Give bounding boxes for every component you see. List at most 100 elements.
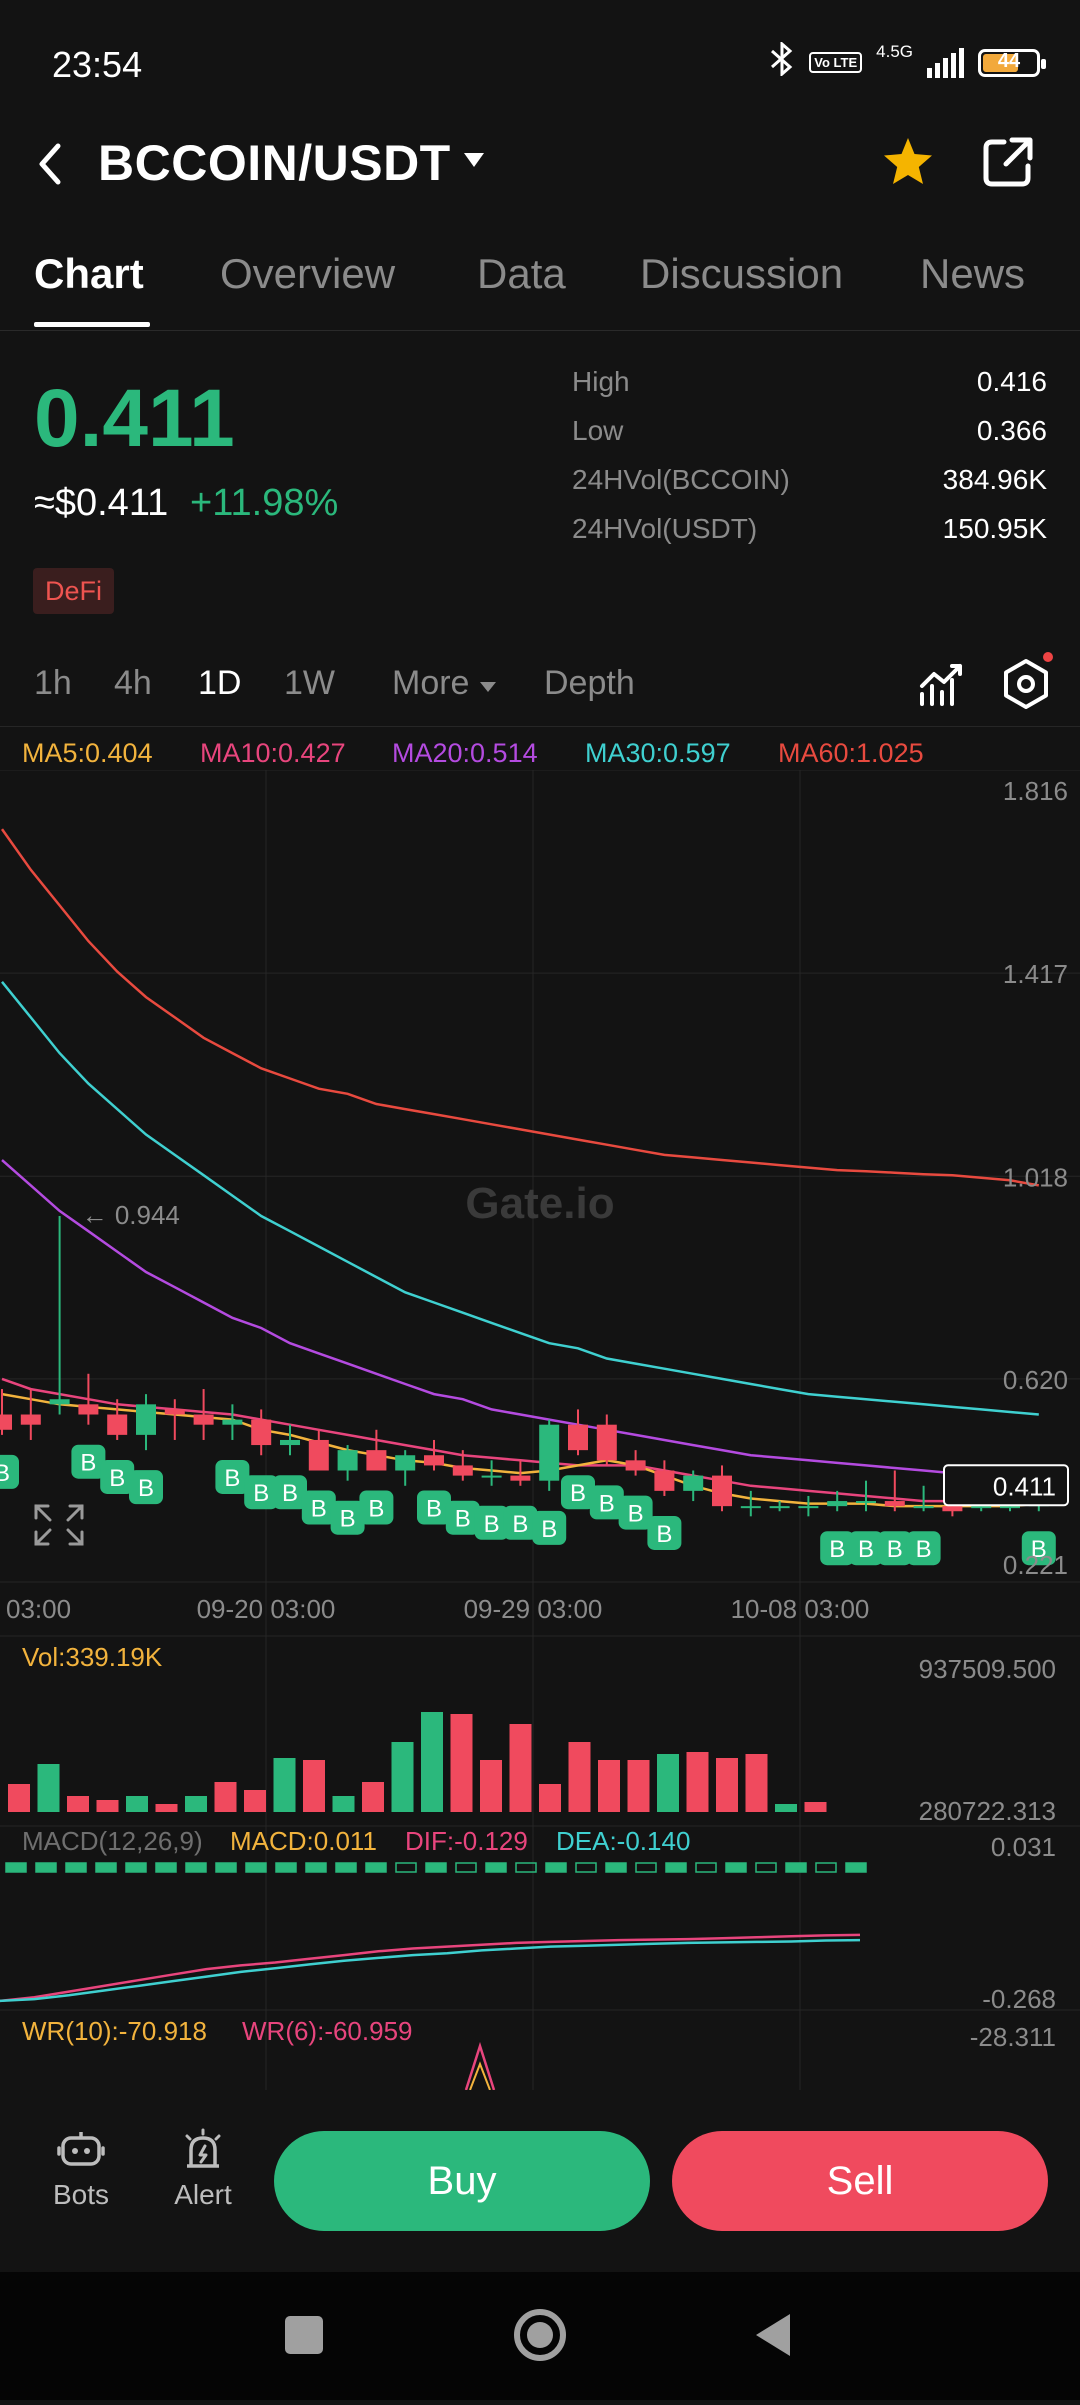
candle-body [1000,1506,1020,1509]
timeframe-more[interactable]: More [392,664,497,703]
volume-bar [716,1758,738,1812]
macd-histogram-bar [425,1862,447,1873]
wr10-label: WR(10):-70.918 [22,2016,207,2046]
buy-marker-label: B [340,1506,356,1533]
buy-marker-label: B [541,1516,557,1543]
buy-marker-label: B [570,1480,586,1507]
recents-button[interactable] [285,2316,323,2354]
macd-histogram-bar [785,1862,807,1873]
depth-tab[interactable]: Depth [544,664,635,703]
stat-label-vol-quote: 24HVol(USDT) [572,513,758,544]
bots-button[interactable]: Bots [46,2128,116,2211]
price-axis: 1.816 1.417 1.018 0.620 0.221 ← 0.944 0.411 [82,776,1069,1580]
kline-chart[interactable]: Gate.io B BB B BB BB B B B B B B BB B BBB B B B B 1.8161.… [0,770,1080,2110]
buy-button[interactable]: Buy [274,2131,650,2231]
buy-marker-label: B [455,1506,471,1533]
macd-histogram-bar [155,1862,177,1873]
volte-icon: Vo LTE [809,52,863,73]
volume-bar [303,1760,325,1812]
candle-body [740,1506,761,1509]
wr-panel: WR(10):-70.918 WR(6):-60.959 -28.311 [22,2016,1056,2091]
bot-icon [57,2132,105,2166]
indicator-icon[interactable] [918,660,966,708]
divider [0,726,1080,727]
candle-body [395,1455,416,1471]
macd-histogram-bar [665,1862,687,1873]
time-axis: 03:00 09-20 03:00 09-29 03:00 10-08 03:00 [0,1594,1080,1637]
timeframe-1w[interactable]: 1W [284,664,335,703]
volume-bar [332,1796,355,1812]
candle-body [827,1501,848,1507]
buy-marker-label: B [224,1465,240,1492]
macd-histogram-bar [545,1862,567,1873]
volume-bar [804,1802,827,1812]
candle-body [856,1501,876,1504]
candle-body [510,1475,531,1481]
category-tag[interactable]: DeFi [33,568,115,614]
candle-body [942,1506,963,1512]
macd-histogram-bar [35,1862,57,1873]
sell-button[interactable]: Sell [672,2131,1048,2231]
status-icons: Vo LTE 4.5G 44 [769,40,1046,83]
stat-value-vol-base: 384.96K [942,464,1047,495]
tab-overview[interactable]: Overview [220,250,395,298]
candle-body [20,1414,41,1425]
macd-histogram-bar [485,1862,507,1873]
tab-data[interactable]: Data [477,250,566,298]
buy-marker-label: B [916,1536,932,1563]
buy-marker-label: B [0,1460,10,1487]
back-button[interactable] [756,2314,790,2356]
alert-button[interactable]: Alert [168,2128,238,2211]
ma10-label: MA10:0.427 [200,738,346,768]
tab-discussion[interactable]: Discussion [640,250,843,298]
ma60-label: MA60:1.025 [778,738,924,768]
price-axis-label: 0.221 [1003,1550,1068,1580]
pair-title[interactable]: BCCOIN/USDT [98,134,451,192]
price-axis-label: 1.417 [1003,959,1068,989]
more-label: More [392,664,470,702]
timeframe-1d[interactable]: 1D [198,664,241,703]
stat-value-high: 0.416 [976,366,1047,397]
volume-bar [37,1764,60,1812]
caret-down-icon[interactable] [462,150,486,170]
fiat-price: ≈$0.411 [34,482,169,524]
back-arrow-icon[interactable] [30,136,70,192]
volume-bar [185,1796,207,1812]
time-axis-label: 09-29 03:00 [464,1594,603,1624]
macd-axis-max: 0.031 [991,1832,1056,1862]
timeframe-4h[interactable]: 4h [114,664,152,703]
ma30-label: MA30:0.597 [585,738,731,768]
volume-bar [8,1784,30,1812]
candle-body [251,1419,272,1446]
candle-body [78,1404,99,1415]
candle-body [49,1399,70,1405]
timeframe-1h[interactable]: 1h [34,664,72,703]
candle-body [337,1450,358,1471]
tab-news[interactable]: News [920,250,1025,298]
last-price: 0.411 [34,373,235,464]
volume-bar [421,1712,443,1812]
candle-body [654,1470,675,1491]
buy-marker-label: B [282,1480,298,1507]
max-price-marker: ← 0.944 [82,1200,180,1230]
volume-bar [244,1790,266,1812]
share-icon[interactable] [980,134,1036,190]
volume-bar [539,1784,561,1812]
dif-line [0,1933,861,2003]
volume-bar [450,1714,473,1812]
macd-histogram-bar [65,1862,87,1873]
buy-marker-label: B [138,1475,154,1502]
ma-lines [0,828,1040,1508]
chart-settings-icon[interactable] [1000,658,1052,710]
stat-label-vol-base: 24HVol(BCCOIN) [572,464,790,495]
volume-bar [362,1782,384,1812]
tab-chart[interactable]: Chart [34,250,144,298]
buy-marker-label: B [368,1496,384,1523]
favorite-star-icon[interactable] [880,134,936,190]
buy-marker-label: B [484,1511,500,1538]
macd-histogram-bar [605,1862,627,1873]
time-axis-label: 09-20 03:00 [197,1594,336,1624]
home-button[interactable] [514,2309,566,2361]
expand-icon[interactable] [34,1504,84,1546]
price-axis-label: 0.620 [1003,1365,1068,1395]
